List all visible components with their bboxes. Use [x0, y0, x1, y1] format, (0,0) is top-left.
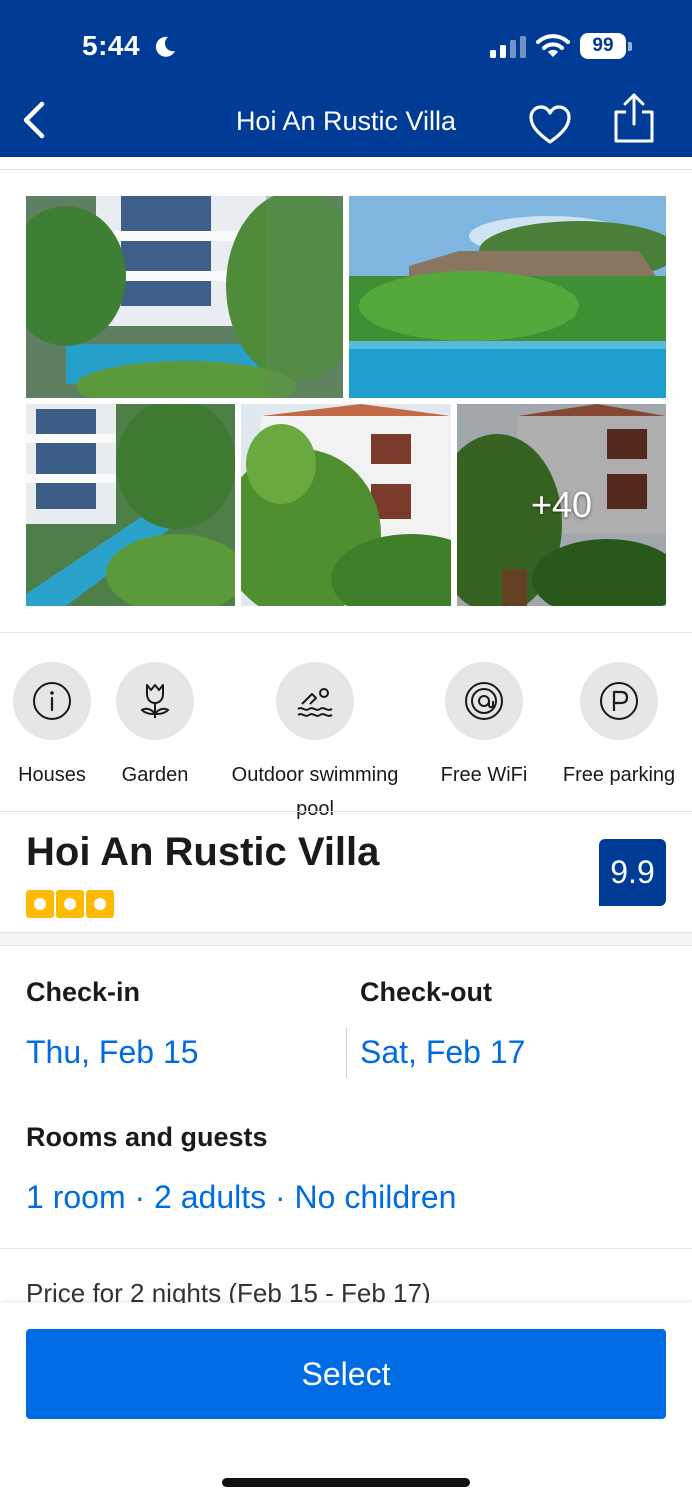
share-icon[interactable]: [612, 92, 656, 144]
more-photos-count[interactable]: +40: [457, 404, 666, 606]
rating-dot-icon: [56, 890, 84, 918]
facility-free-parking[interactable]: [580, 662, 658, 740]
photo-pool-side[interactable]: [26, 404, 235, 606]
rating-dot-icon: [26, 890, 54, 918]
facility-circle: [276, 662, 354, 740]
facility-circle: [580, 662, 658, 740]
battery-tip: [628, 42, 632, 51]
divider: [0, 1248, 692, 1249]
photo-pool-aerial[interactable]: [26, 196, 343, 398]
page-title: Hoi An Rustic Villa: [235, 106, 457, 136]
checkin-label: Check-in: [26, 977, 141, 1007]
battery-indicator: 99: [580, 33, 632, 59]
facility-houses[interactable]: [13, 662, 91, 740]
home-indicator: [222, 1478, 470, 1487]
facility-free-wifi[interactable]: [445, 662, 523, 740]
section-separator: [0, 932, 692, 946]
facility-circle: [445, 662, 523, 740]
moon-icon: [155, 36, 175, 57]
facility-label-garden: Garden: [121, 764, 189, 786]
photo-villa-entrance[interactable]: +40: [457, 404, 666, 606]
checkout-label: Check-out: [360, 977, 493, 1007]
facility-label-outdoor-pool: Outdoor swimming pool: [231, 764, 399, 820]
checkin-date[interactable]: Thu, Feb 15: [26, 1034, 199, 1071]
rating-dots: [26, 890, 116, 918]
tulip-icon: [140, 684, 170, 718]
cellular-signal-icon: [490, 36, 526, 58]
wifi-icon: [536, 34, 570, 57]
back-button[interactable]: [18, 100, 50, 140]
select-button[interactable]: Select: [26, 1329, 666, 1419]
date-separator: [346, 1028, 347, 1078]
wifi-at-icon: [465, 682, 503, 720]
photo-pool-thatched-house[interactable]: [349, 196, 666, 398]
facility-circle: [116, 662, 194, 740]
top-bar: 5:44 99 Hoi An Rustic Villa: [0, 0, 692, 157]
review-score-badge[interactable]: 9.9: [599, 839, 666, 906]
info-icon: [33, 682, 71, 720]
status-time: 5:44: [82, 30, 141, 61]
favorite-heart-icon[interactable]: [528, 104, 572, 146]
photo-villa-garden[interactable]: [241, 404, 451, 606]
checkout-date[interactable]: Sat, Feb 17: [360, 1034, 525, 1071]
battery-level: 99: [580, 33, 626, 59]
facility-garden[interactable]: [116, 662, 194, 740]
facility-outdoor-pool[interactable]: [276, 662, 354, 740]
divider: [0, 811, 692, 812]
swimmer-icon: [297, 688, 333, 717]
parking-icon: [600, 682, 638, 720]
facility-circle: [13, 662, 91, 740]
rooms-guests-label: Rooms and guests: [26, 1122, 268, 1152]
divider: [0, 169, 692, 170]
divider: [0, 632, 692, 633]
property-name: Hoi An Rustic Villa: [26, 830, 380, 874]
facility-label-free-wifi: Free WiFi: [440, 764, 528, 786]
facility-label-houses: Houses: [18, 764, 86, 786]
facility-label-free-parking: Free parking: [562, 764, 676, 786]
rating-dot-icon: [86, 890, 114, 918]
rooms-guests-value[interactable]: 1 room · 2 adults · No children: [26, 1179, 456, 1216]
